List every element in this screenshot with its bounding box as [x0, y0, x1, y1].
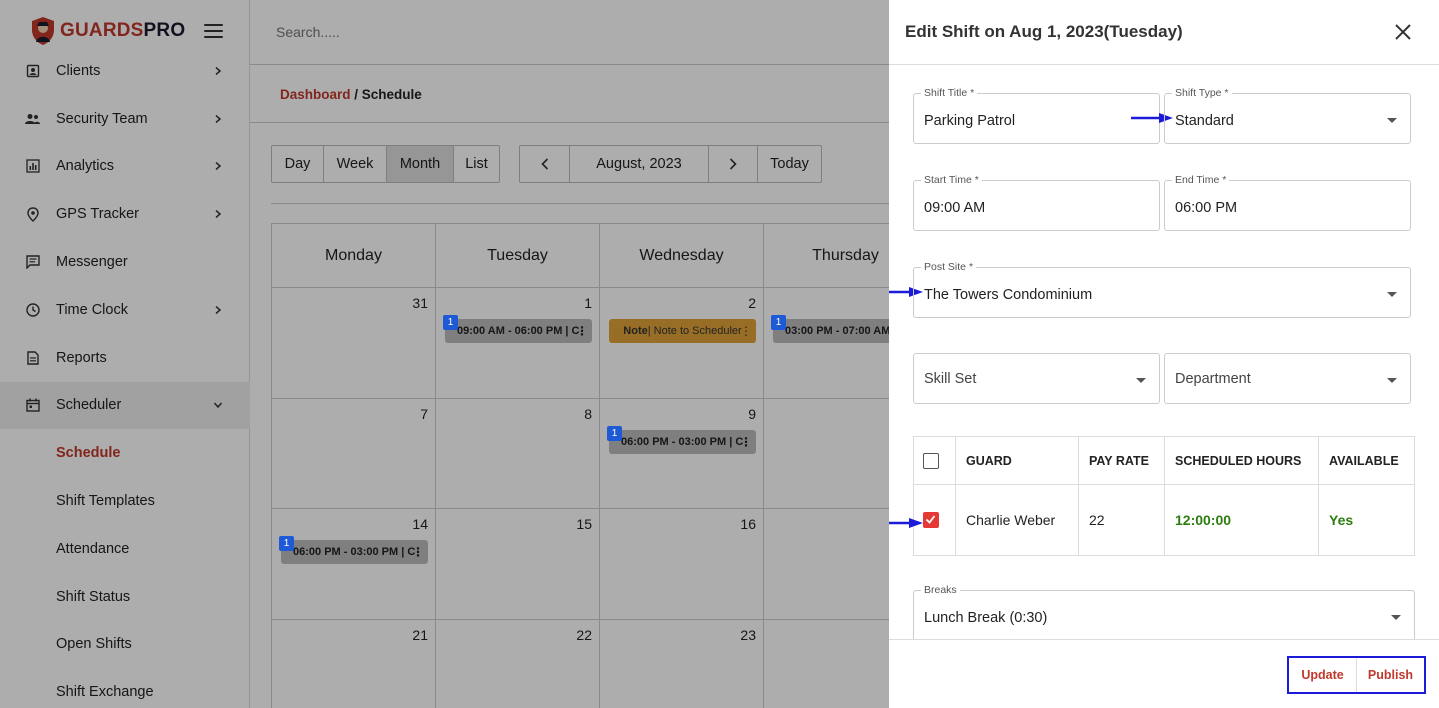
dropdown-arrow-icon [1387, 378, 1397, 383]
column-header: PAY RATE [1078, 436, 1165, 485]
field-label: Breaks [921, 584, 960, 596]
field-value: Lunch Break (0:30) [924, 610, 1048, 626]
start-time-field[interactable]: Start Time * 09:00 AM [913, 174, 1160, 231]
scheduled-hours-cell: 12:00:00 [1164, 484, 1319, 556]
dropdown-arrow-icon [1391, 615, 1401, 620]
shift-count-badge: 1 [771, 315, 786, 330]
field-placeholder: Skill Set [924, 371, 977, 387]
table-row: Charlie Weber 22 12:00:00 Yes [913, 484, 1415, 556]
guards-table: GUARD PAY RATE SCHEDULED HOURS AVAILABLE… [913, 436, 1415, 556]
select-all-cell [913, 436, 956, 485]
shift-count-badge: 1 [279, 536, 294, 551]
pay-rate-cell: 22 [1078, 484, 1165, 556]
column-header: SCHEDULED HOURS [1164, 436, 1319, 485]
field-label: Shift Type * [1172, 87, 1232, 99]
edit-shift-drawer: Edit Shift on Aug 1, 2023(Tuesday) Shift… [889, 0, 1439, 708]
annotation-arrow-icon [889, 518, 923, 528]
shift-count-badge: 1 [607, 425, 622, 441]
field-label: Shift Title * [921, 87, 978, 99]
close-icon[interactable] [1394, 23, 1412, 41]
action-buttons: Update Publish [1287, 656, 1426, 694]
table-header-row: GUARD PAY RATE SCHEDULED HOURS AVAILABLE [913, 436, 1415, 485]
dropdown-arrow-icon [1387, 118, 1397, 123]
shift-type-select[interactable]: Shift Type * Standard [1164, 87, 1411, 144]
field-placeholder: Department [1175, 371, 1251, 387]
skill-set-select[interactable]: Skill Set [913, 353, 1160, 404]
dropdown-arrow-icon [1136, 378, 1146, 383]
field-value: 09:00 AM [924, 200, 986, 216]
dropdown-arrow-icon [1387, 292, 1397, 297]
department-select[interactable]: Department [1164, 353, 1411, 404]
column-header: AVAILABLE [1318, 436, 1415, 485]
end-time-field[interactable]: End Time * 06:00 PM [1164, 174, 1411, 231]
field-value: The Towers Condominium [924, 287, 1093, 303]
field-label: End Time * [1172, 174, 1230, 186]
modal-backdrop[interactable] [0, 0, 889, 708]
column-header: GUARD [955, 436, 1079, 485]
publish-button[interactable]: Publish [1357, 658, 1424, 692]
shift-title-field[interactable]: Shift Title * Parking Patrol [913, 87, 1160, 144]
divider [889, 64, 1439, 65]
field-value: Standard [1175, 113, 1234, 129]
drawer-title: Edit Shift on Aug 1, 2023(Tuesday) [905, 22, 1183, 41]
field-label: Start Time * [921, 174, 982, 186]
select-all-checkbox[interactable] [923, 452, 939, 469]
available-cell: Yes [1318, 484, 1415, 556]
field-value: 06:00 PM [1175, 200, 1238, 216]
checkmark-icon [925, 515, 936, 524]
guard-name-cell: Charlie Weber [955, 484, 1079, 556]
post-site-select[interactable]: Post Site * The Towers Condominium [913, 261, 1411, 318]
row-checkbox[interactable] [923, 512, 939, 528]
shift-count-badge: 1 [443, 315, 458, 330]
field-label: Post Site * [921, 261, 977, 273]
field-value: Parking Patrol [924, 113, 1016, 129]
update-button[interactable]: Update [1289, 658, 1357, 692]
